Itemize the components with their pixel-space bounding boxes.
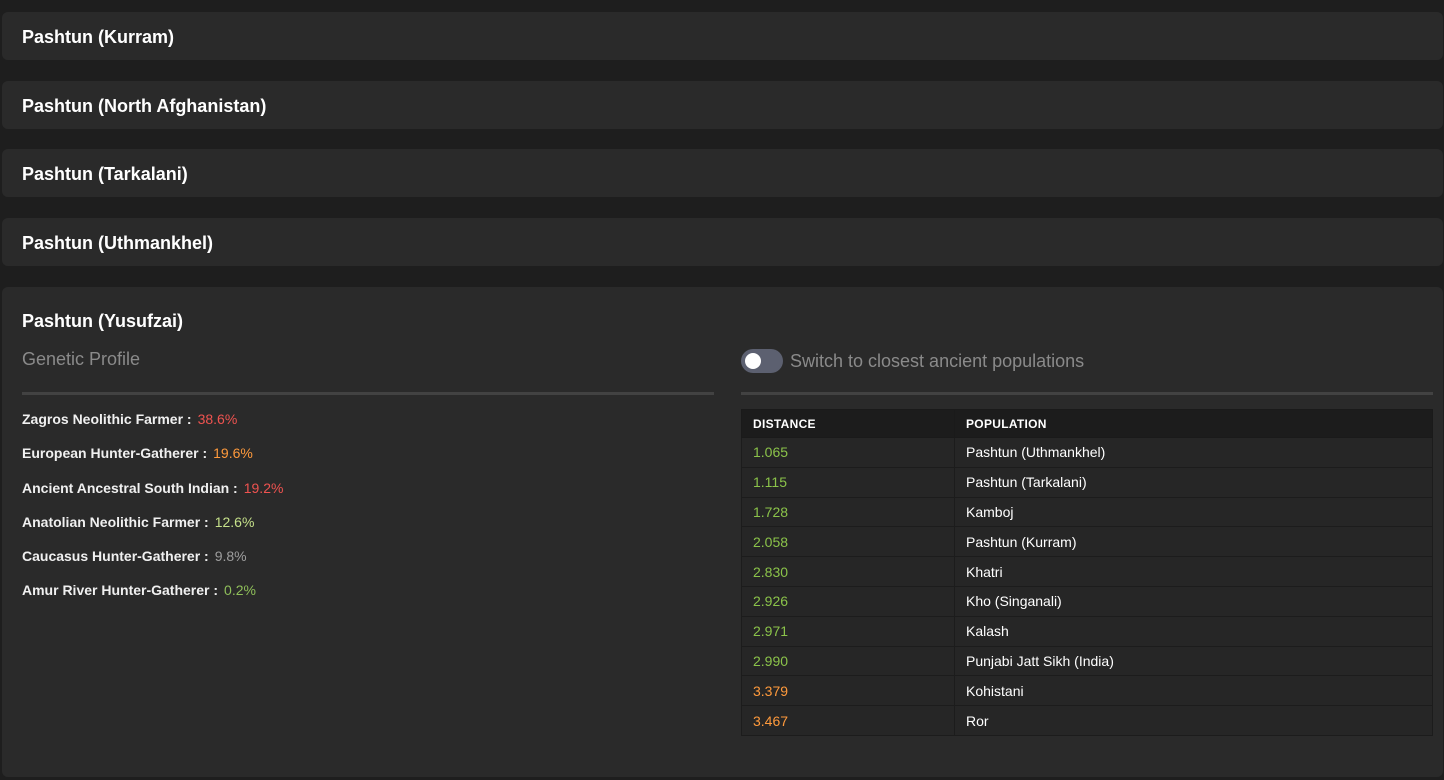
distance-cell: 1.115 bbox=[741, 466, 955, 498]
table-row: 3.467 Ror bbox=[741, 705, 1433, 736]
toggle-label[interactable]: Switch to closest ancient populations bbox=[790, 351, 1084, 372]
profile-row: Anatolian Neolithic Farmer : 12.6% bbox=[22, 514, 283, 548]
column-header-distance[interactable]: DISTANCE bbox=[741, 409, 955, 438]
distance-cell: 2.971 bbox=[741, 615, 955, 647]
profile-row: Amur River Hunter-Gatherer : 0.2% bbox=[22, 582, 283, 616]
population-cell: Punjabi Jatt Sikh (India) bbox=[954, 645, 1433, 677]
profile-label: Amur River Hunter-Gatherer : bbox=[22, 582, 219, 599]
panel-title[interactable]: Pashtun (Tarkalani) bbox=[22, 164, 188, 185]
ancient-toggle-group[interactable]: Switch to closest ancient populations bbox=[741, 349, 1084, 373]
table-row: 2.990 Punjabi Jatt Sikh (India) bbox=[741, 645, 1433, 677]
profile-row: European Hunter-Gatherer : 19.6% bbox=[22, 445, 283, 479]
profile-row: Caucasus Hunter-Gatherer : 9.8% bbox=[22, 548, 283, 582]
profile-label: Anatolian Neolithic Farmer : bbox=[22, 513, 209, 530]
profile-value: 0.2% bbox=[224, 582, 256, 599]
panel-title[interactable]: Pashtun (North Afghanistan) bbox=[22, 96, 266, 117]
profile-value: 19.2% bbox=[243, 479, 284, 496]
ancient-populations-toggle[interactable] bbox=[741, 349, 783, 373]
profile-value: 38.6% bbox=[197, 411, 238, 427]
panel-title[interactable]: Pashtun (Yusufzai) bbox=[22, 311, 183, 332]
panel-title[interactable]: Pashtun (Kurram) bbox=[22, 27, 174, 48]
accordion-pashtun-kurram[interactable]: Pashtun (Kurram) bbox=[2, 12, 1443, 60]
profile-label: Zagros Neolithic Farmer : bbox=[22, 411, 192, 427]
distance-cell: 2.926 bbox=[741, 585, 955, 617]
table-body: 1.065 Pashtun (Uthmankhel) 1.115 Pashtun (T… bbox=[741, 437, 1433, 736]
page: Pashtun (Kurram) Pashtun (North Afghanis… bbox=[0, 0, 1444, 780]
distance-table: DISTANCE POPULATION 1.065 Pashtun (Uthman… bbox=[741, 409, 1433, 736]
population-cell: Kamboj bbox=[954, 496, 1433, 528]
population-cell: Pashtun (Tarkalani) bbox=[954, 466, 1433, 498]
table-row: 1.728 Kamboj bbox=[741, 496, 1433, 528]
population-cell: Kalash bbox=[954, 615, 1433, 647]
distance-cell: 3.467 bbox=[741, 705, 955, 736]
accordion-pashtun-tarkalani[interactable]: Pashtun (Tarkalani) bbox=[2, 149, 1443, 197]
table-row: 3.379 Kohistani bbox=[741, 675, 1433, 707]
table-row: 2.926 Kho (Singanali) bbox=[741, 585, 1433, 617]
column-header-population[interactable]: POPULATION bbox=[954, 409, 1433, 438]
profile-row: Zagros Neolithic Farmer : 38.6% bbox=[22, 411, 283, 445]
population-cell: Pashtun (Uthmankhel) bbox=[954, 437, 1433, 468]
table-row: 2.830 Khatri bbox=[741, 556, 1433, 587]
genetic-profile-heading: Genetic Profile bbox=[22, 349, 141, 369]
genetic-profile-list: Zagros Neolithic Farmer : 38.6% European H… bbox=[22, 411, 283, 617]
population-cell: Khatri bbox=[954, 556, 1433, 587]
profile-label: Ancient Ancestral South Indian : bbox=[22, 479, 238, 496]
profile-value: 19.6% bbox=[213, 445, 253, 462]
table-header-row: DISTANCE POPULATION bbox=[741, 409, 1433, 438]
profile-value: 9.8% bbox=[214, 548, 247, 565]
population-cell: Kohistani bbox=[954, 675, 1433, 707]
profile-label: European Hunter-Gatherer : bbox=[22, 445, 208, 462]
population-cell: Ror bbox=[954, 705, 1433, 736]
panel-title[interactable]: Pashtun (Uthmankhel) bbox=[22, 233, 213, 254]
distance-cell: 1.065 bbox=[741, 437, 955, 468]
table-row: 2.971 Kalash bbox=[741, 615, 1433, 647]
table-row: 2.058 Pashtun (Kurram) bbox=[741, 526, 1433, 558]
accordion-pashtun-uthmankhel[interactable]: Pashtun (Uthmankhel) bbox=[2, 218, 1443, 266]
population-cell: Pashtun (Kurram) bbox=[954, 526, 1433, 558]
population-cell: Kho (Singanali) bbox=[954, 585, 1433, 617]
table-row: 1.065 Pashtun (Uthmankhel) bbox=[741, 437, 1433, 468]
profile-divider bbox=[22, 392, 714, 395]
distance-cell: 2.990 bbox=[741, 645, 955, 677]
distance-cell: 2.830 bbox=[741, 556, 955, 587]
distance-cell: 2.058 bbox=[741, 526, 955, 558]
toggle-knob bbox=[745, 353, 761, 369]
distance-cell: 3.379 bbox=[741, 675, 955, 707]
accordion-pashtun-yusufzai: Pashtun (Yusufzai) Genetic Profile Zagro… bbox=[2, 287, 1443, 777]
distance-cell: 1.728 bbox=[741, 496, 955, 528]
table-divider bbox=[741, 392, 1433, 395]
accordion-pashtun-north-afghanistan[interactable]: Pashtun (North Afghanistan) bbox=[2, 81, 1443, 129]
profile-label: Caucasus Hunter-Gatherer : bbox=[22, 548, 209, 565]
profile-value: 12.6% bbox=[214, 513, 255, 530]
table-row: 1.115 Pashtun (Tarkalani) bbox=[741, 466, 1433, 498]
profile-row: Ancient Ancestral South Indian : 19.2% bbox=[22, 480, 283, 514]
